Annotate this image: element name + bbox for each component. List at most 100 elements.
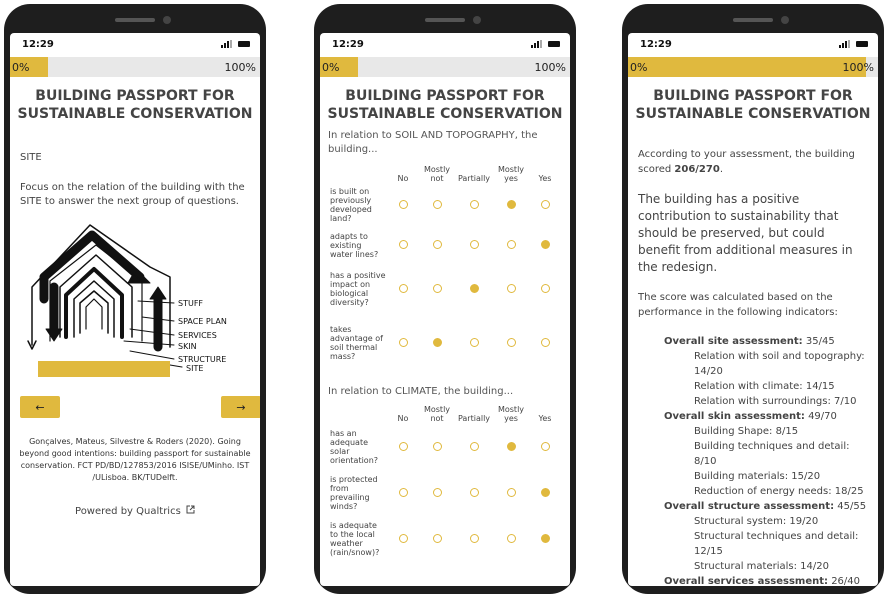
likert-radio[interactable] [469, 533, 479, 543]
likert-radio[interactable] [540, 441, 550, 451]
likert-radio[interactable] [469, 199, 479, 209]
title-line-2: SUSTAINABLE CONSERVATION [635, 106, 871, 122]
likert-radio[interactable] [506, 441, 516, 451]
likert-radio[interactable] [398, 441, 408, 451]
section-label: SITE [20, 152, 42, 163]
scale-header: No [397, 414, 409, 423]
indicator-item: Building materials: 15/20 [694, 471, 821, 482]
scale-header: Mostly not [423, 165, 451, 183]
likert-radio[interactable] [432, 199, 442, 209]
likert-radio[interactable] [469, 487, 479, 497]
likert-radio[interactable] [540, 199, 550, 209]
likert-radio[interactable] [469, 441, 479, 451]
question-row: takes advantage of soil thermal mass? [328, 315, 562, 371]
indicator-item: Building techniques and detail: 8/10 [694, 441, 850, 467]
indicator-item: Relation with climate: 14/15 [694, 381, 835, 392]
indicator-group: Overall skin assessment: 49/70 [638, 409, 868, 424]
indicator-group: Overall services assessment: 26/40 [638, 574, 868, 586]
indicator-item: Structural techniques and detail: 12/15 [694, 531, 859, 557]
title-line-1: BUILDING PASSPORT FOR [35, 88, 235, 104]
likert-radio[interactable] [398, 533, 408, 543]
likert-radio[interactable] [506, 487, 516, 497]
likert-radio[interactable] [469, 283, 479, 293]
indicator-group-score: 35/45 [802, 336, 835, 347]
likert-radio[interactable] [469, 239, 479, 249]
likert-radio[interactable] [432, 337, 442, 347]
likert-radio[interactable] [469, 337, 479, 347]
progress-end-label: 100% [534, 61, 566, 74]
progress-bar: 0% 100% [628, 57, 878, 77]
speaker [425, 18, 465, 22]
powered-by-link[interactable]: Powered by Qualtrics [10, 505, 260, 517]
question-row: is built on previously developed land? [328, 183, 562, 227]
scale-header: Yes [538, 414, 552, 423]
back-button[interactable]: ← [20, 396, 60, 418]
battery-icon [238, 41, 250, 47]
diagram-label-space-plan: SPACE PLAN [178, 317, 227, 326]
question-statement: has an adequate solar orientation? [330, 429, 379, 465]
status-bar: 12:29 [10, 33, 260, 55]
scale-header: Mostly yes [497, 165, 525, 183]
scale-header: Yes [538, 174, 552, 183]
progress-fill [628, 57, 866, 77]
indicator-group-score: 26/40 [828, 576, 861, 586]
likert-matrix-soil: No Mostly not Partially Mostly yes Yes i… [328, 161, 562, 371]
camera [781, 16, 789, 24]
score-prefix: According to your assessment, the buildi… [638, 149, 855, 175]
signal-icon [531, 40, 542, 48]
next-button[interactable]: → [221, 396, 260, 418]
citation-text: Gonçalves, Mateus, Silvestre & Roders (2… [19, 437, 251, 482]
progress-start-label: 0% [12, 61, 30, 74]
title-line-1: BUILDING PASSPORT FOR [653, 88, 853, 104]
progress-end-label: 100% [224, 61, 256, 74]
indicator-item: Relation with soil and topography: 14/20 [694, 351, 865, 377]
progress-bar: 0% 100% [320, 57, 570, 77]
signal-icon [221, 40, 232, 48]
question-row: is adequate to the local weather (rain/s… [328, 515, 562, 563]
likert-radio[interactable] [506, 239, 516, 249]
external-link-icon [186, 505, 195, 517]
question-row: adapts to existing water lines? [328, 227, 562, 263]
likert-radio[interactable] [432, 487, 442, 497]
likert-radio[interactable] [432, 239, 442, 249]
likert-radio[interactable] [540, 337, 550, 347]
likert-radio[interactable] [398, 337, 408, 347]
phone-frame-1: 12:29 0% 100% BUILDING PASSPORT FOR SUST… [4, 4, 266, 594]
indicator-item: Structural system: 19/20 [694, 516, 819, 527]
instruction-text: Focus on the relation of the building wi… [20, 182, 245, 207]
likert-radio[interactable] [506, 337, 516, 347]
progress-start-label: 0% [630, 61, 648, 74]
question-intro-soil: In relation to SOIL AND TOPOGRAPHY, the … [328, 130, 538, 155]
likert-radio[interactable] [540, 283, 550, 293]
progress-bar: 0% 100% [10, 57, 260, 77]
status-bar: 12:29 [320, 33, 570, 55]
likert-radio[interactable] [432, 533, 442, 543]
indicator-group: Overall structure assessment: 45/55 [638, 499, 868, 514]
likert-radio[interactable] [398, 283, 408, 293]
likert-radio[interactable] [540, 533, 550, 543]
question-row: has an adequate solar orientation? [328, 423, 562, 471]
likert-radio[interactable] [506, 199, 516, 209]
likert-radio[interactable] [398, 487, 408, 497]
verdict-text: The building has a positive contribution… [638, 192, 853, 274]
indicator-item: Relation with surroundings: 7/10 [694, 396, 857, 407]
indicator-group-title: Overall site assessment: [664, 336, 803, 347]
title-line-1: BUILDING PASSPORT FOR [345, 88, 545, 104]
likert-radio[interactable] [506, 533, 516, 543]
diagram-label-site: SITE [186, 364, 203, 373]
indicator-group-title: Overall skin assessment: [664, 411, 805, 422]
question-statement: takes advantage of soil thermal mass? [330, 325, 383, 361]
likert-radio[interactable] [398, 239, 408, 249]
page-title: BUILDING PASSPORT FOR SUSTAINABLE CONSER… [628, 87, 878, 123]
likert-radio[interactable] [540, 487, 550, 497]
likert-radio[interactable] [506, 283, 516, 293]
likert-radio[interactable] [540, 239, 550, 249]
likert-radio[interactable] [398, 199, 408, 209]
scale-header: Partially [457, 414, 491, 423]
status-bar: 12:29 [628, 33, 878, 55]
diagram-label-structure: STRUCTURE [178, 355, 226, 364]
progress-end-label: 100% [842, 61, 874, 74]
status-time: 12:29 [332, 38, 364, 50]
likert-radio[interactable] [432, 441, 442, 451]
likert-radio[interactable] [432, 283, 442, 293]
